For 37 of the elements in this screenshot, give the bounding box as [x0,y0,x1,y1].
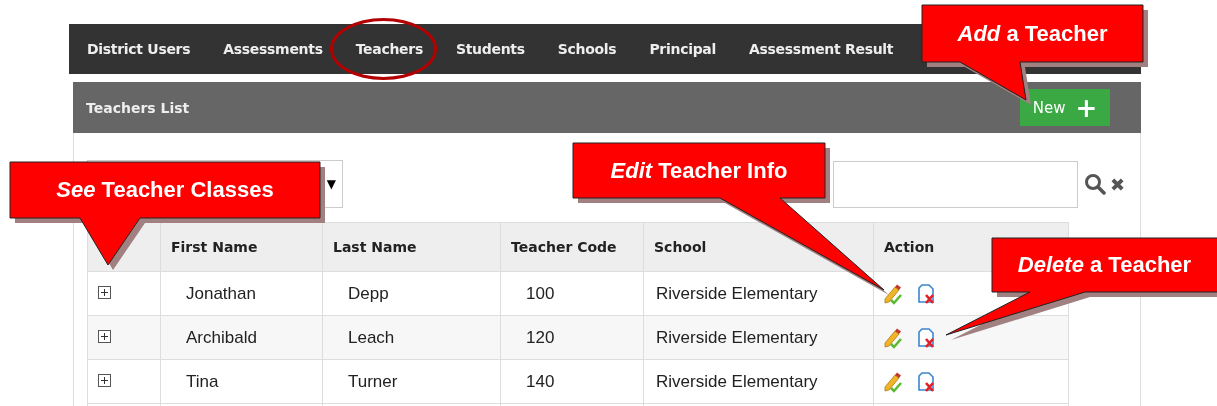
edit-icon[interactable] [882,370,904,393]
search-field[interactable] [833,160,1078,208]
nav-tab[interactable]: Assessment Result [749,24,894,74]
expand-icon[interactable] [98,285,111,299]
table-cell: 140 [526,371,555,391]
callout-text: See Teacher Classes [56,177,274,203]
nav-tab[interactable]: Teachers [355,24,423,74]
table-cell: Riverside Elementary [656,371,818,391]
nav-tab[interactable]: District Users [87,24,191,74]
panel-title: Teachers List [86,99,190,116]
table-cell: Jonathan [186,283,256,303]
expand-icon[interactable] [98,373,111,387]
edit-icon[interactable] [882,326,904,349]
nav-tab[interactable]: Principal [649,24,716,74]
column-header: First Name [160,222,323,272]
nav-tab[interactable]: Students [455,24,525,74]
table-cell: 120 [526,327,555,347]
table-cell: Archibald [186,327,257,347]
table-cell: Depp [348,283,389,303]
expand-icon[interactable] [98,329,111,343]
nav-tab[interactable]: Schools [557,24,617,74]
dropdown-caret[interactable]: ▼ [326,177,336,191]
table-cell: 100 [526,283,555,303]
table-cell: Riverside Elementary [656,327,818,347]
clear-icon[interactable]: ✖ [1110,173,1132,195]
column-header: Teacher Code [500,222,644,272]
callout-text: Add a Teacher [957,20,1108,47]
table-cell: Tina [186,371,219,391]
column-header: Last Name [322,222,501,272]
search-icon[interactable] [1084,173,1106,195]
callout-text: Edit Teacher Info [610,157,788,184]
table-cell: Turner [348,371,398,391]
table-cell: Leach [348,327,395,347]
callout-text: Delete a Teacher [1017,252,1192,278]
nav-tab[interactable]: Assessments [223,24,323,74]
table-cell: Riverside Elementary [656,283,818,303]
edit-icon[interactable] [882,282,904,305]
